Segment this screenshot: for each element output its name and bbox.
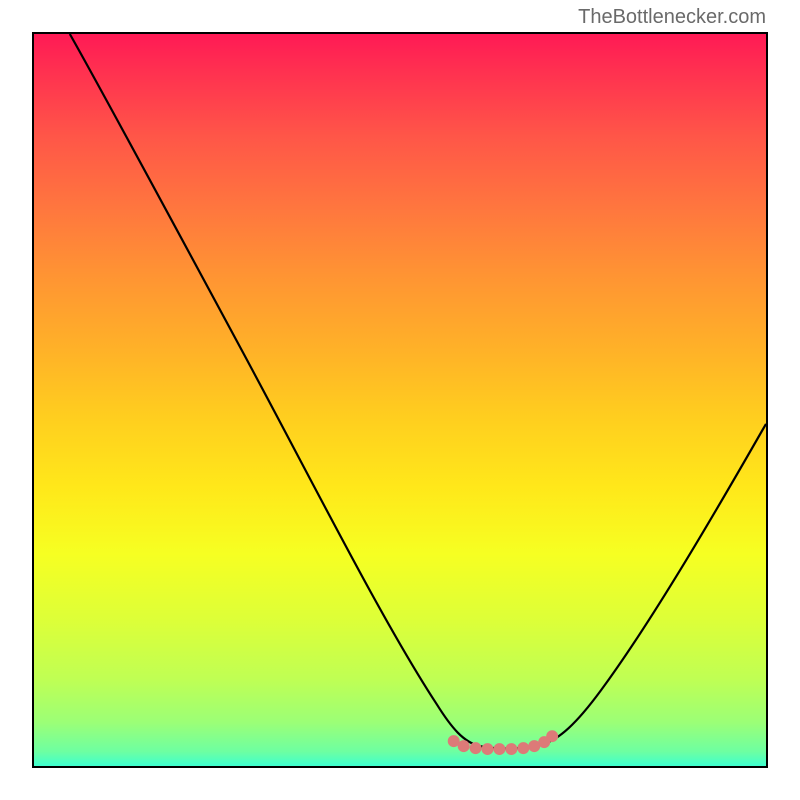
flat-bottom-markers <box>448 730 558 755</box>
plot-area <box>34 34 766 766</box>
curve-layer <box>34 34 766 766</box>
bottleneck-curve-line <box>70 34 766 749</box>
watermark-label: TheBottlenecker.com <box>578 6 766 29</box>
chart-frame <box>32 32 768 768</box>
